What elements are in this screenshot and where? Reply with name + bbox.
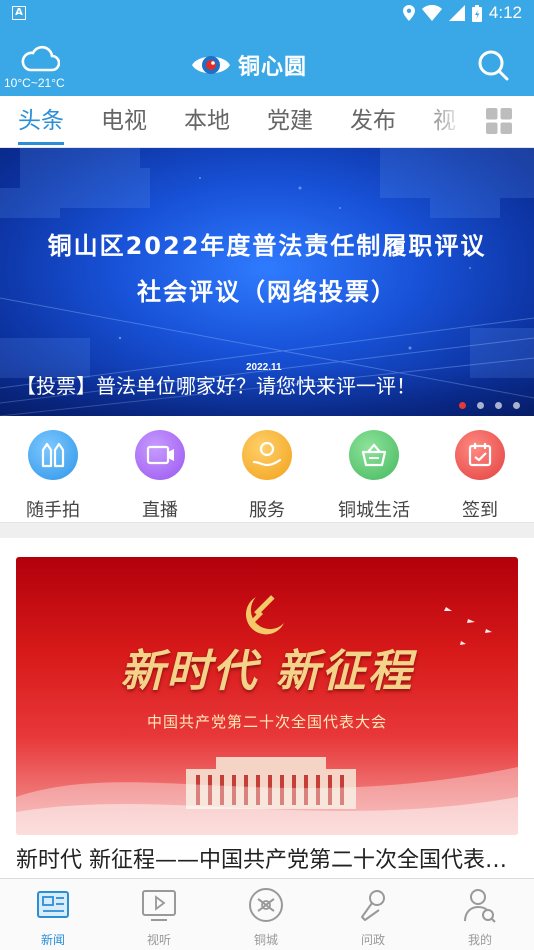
banner-carousel[interactable]: 铜山区2022年度普法责任制履职评议 社会评议（网络投票） 2022.11 【投…: [0, 148, 534, 416]
quick-action-label: 铜城生活: [338, 500, 410, 521]
shopping-basket-icon: [349, 430, 399, 480]
tab-headlines[interactable]: 头条: [18, 106, 64, 136]
status-icons: 4:12: [402, 3, 522, 23]
app-logo: 铜心圆: [190, 48, 307, 82]
quick-action-label: 签到: [462, 500, 498, 521]
microphone-icon: [361, 890, 385, 921]
news-thumbnail[interactable]: 新时代 新征程 中国共产党第二十次全国代表大会: [16, 557, 518, 835]
quick-action-label: 随手拍: [26, 500, 80, 521]
carousel-dot[interactable]: [477, 402, 484, 409]
nav-label: 铜城: [253, 933, 278, 947]
eye-logo-icon: [192, 56, 230, 74]
quick-action-service[interactable]: 服务: [217, 430, 317, 522]
tab-party-building[interactable]: 党建: [267, 106, 313, 136]
tab-tv[interactable]: 电视: [101, 106, 147, 136]
news-icon: [37, 891, 69, 918]
carousel-indicator: [459, 402, 520, 409]
section-divider: [0, 522, 534, 538]
search-icon: [478, 50, 509, 81]
location-icon: [402, 5, 415, 21]
nav-label: 新闻: [40, 933, 65, 947]
nav-label: 我的: [467, 933, 492, 947]
quick-action-label: 直播: [142, 500, 178, 521]
profile-icon: [464, 889, 496, 923]
camera-bottles-icon: [28, 430, 78, 480]
battery-icon: [471, 4, 482, 22]
notification-icon: A: [12, 6, 26, 20]
active-tab-indicator: [18, 142, 64, 145]
nav-video[interactable]: 视听: [119, 885, 199, 948]
video-icon: [142, 890, 176, 921]
quick-action-label: 服务: [249, 500, 285, 521]
nav-inquiry[interactable]: 问政: [333, 885, 413, 948]
live-video-icon: [135, 430, 185, 480]
checkin-calendar-icon: [455, 430, 505, 480]
quick-action-snapshot[interactable]: 随手拍: [3, 430, 103, 522]
news-headline[interactable]: 新时代 新征程——中国共产党第二十次全国代表大会: [16, 842, 518, 874]
channel-tabs: 头条 电视 本地 党建 发布 视: [0, 96, 534, 148]
nav-label: 视听: [146, 933, 171, 947]
tab-local[interactable]: 本地: [184, 106, 230, 136]
search-button[interactable]: [476, 48, 510, 82]
quick-actions: 随手拍 直播 服务 铜城生活 签到: [0, 416, 534, 524]
banner-headline-line2: 社会评议（网络投票）: [137, 278, 397, 306]
nav-city[interactable]: 铜城: [226, 885, 306, 948]
quick-action-city-life[interactable]: 铜城生活: [324, 430, 424, 522]
bottom-navigation: 新闻 视听 铜城 问政 我的: [0, 878, 534, 950]
tab-release[interactable]: 发布: [350, 106, 396, 136]
nav-profile[interactable]: 我的: [440, 885, 520, 948]
city-logo-icon: [249, 888, 283, 922]
carousel-dot[interactable]: [495, 402, 502, 409]
signal-icon: [448, 5, 465, 21]
wifi-icon: [421, 5, 442, 21]
nav-news[interactable]: 新闻: [13, 885, 93, 948]
app-name: 铜心圆: [238, 55, 308, 80]
hammer-sickle-icon: [245, 595, 284, 635]
status-bar: A 4:12: [0, 0, 534, 30]
service-hand-icon: [242, 430, 292, 480]
nav-label: 问政: [360, 933, 385, 947]
tabs-fade-overlay: [420, 96, 484, 146]
clock: 4:12: [488, 3, 522, 22]
channel-manage-button[interactable]: [486, 108, 512, 134]
banner-headline-line1: 铜山区2022年度普法责任制履职评议: [47, 232, 487, 260]
carousel-dot[interactable]: [513, 402, 520, 409]
quick-action-live[interactable]: 直播: [110, 430, 210, 522]
carousel-dot-active[interactable]: [459, 402, 466, 409]
grid-icon: [486, 108, 512, 134]
news-image-slogan: 新时代 新征程: [120, 646, 414, 697]
app-header: 10°C~21°C 铜心圆: [0, 30, 534, 96]
quick-action-checkin[interactable]: 签到: [430, 430, 530, 522]
news-image-subtitle: 中国共产党第二十次全国代表大会: [146, 713, 387, 731]
weather-temperature: 10°C~21°C: [4, 76, 65, 90]
banner-caption: 【投票】普法单位哪家好？请您快来评一评！: [16, 374, 416, 398]
cloud-icon: [21, 45, 60, 72]
weather-widget[interactable]: 10°C~21°C: [4, 42, 88, 92]
